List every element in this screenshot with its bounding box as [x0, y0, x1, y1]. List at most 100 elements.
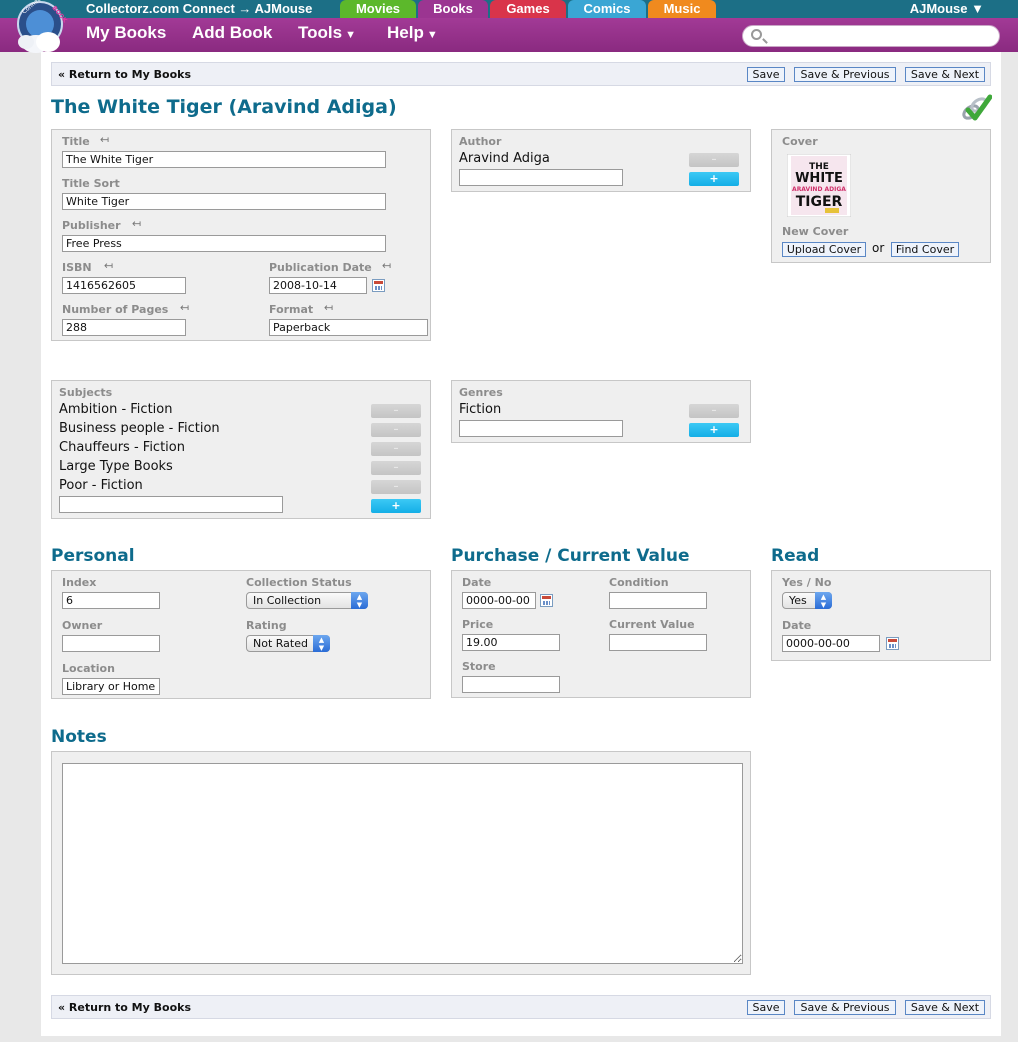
pages-label: Number of Pages [62, 303, 169, 316]
return-link[interactable]: « Return to My Books [58, 68, 191, 81]
subject-item: Poor - Fiction [59, 478, 143, 493]
remove-subject-button[interactable]: – [371, 461, 421, 475]
cover-thumbnail[interactable]: THE WHITE ARAVIND ADIGA TIGER [787, 154, 851, 217]
undo-icon[interactable]: ↤ [324, 301, 333, 314]
publication-date-label: Publication Date [269, 261, 372, 274]
remove-subject-button[interactable]: – [371, 480, 421, 494]
title-field[interactable]: The White Tiger [62, 151, 386, 168]
save-previous-button[interactable]: Save & Previous [794, 67, 896, 82]
add-subject-button[interactable]: + [371, 499, 421, 513]
current-value-label: Current Value [609, 618, 695, 631]
undo-icon[interactable]: ↤ [132, 217, 141, 230]
collectorz-book-logo[interactable]: Connect BOOK [14, 0, 70, 58]
tab-music[interactable]: Music [648, 0, 716, 19]
purchase-date-field[interactable]: 0000-00-00 [462, 592, 536, 609]
condition-field[interactable] [609, 592, 707, 609]
title-label: Title [62, 135, 90, 148]
undo-icon[interactable]: ↤ [104, 259, 113, 272]
current-value-field[interactable] [609, 634, 707, 651]
cover-art-text: TIGER [796, 194, 843, 210]
store-field[interactable] [462, 676, 560, 693]
add-author-button[interactable]: + [689, 172, 739, 186]
author-add-field[interactable] [459, 169, 623, 186]
nav-tools[interactable]: Tools ▼ [298, 23, 356, 43]
author-item: Aravind Adiga [459, 151, 550, 166]
title-sort-field[interactable]: White Tiger [62, 193, 386, 210]
action-bar-top: « Return to My Books Save Save & Previou… [51, 62, 991, 86]
select-arrows-icon: ▲ ▼ [351, 592, 368, 609]
remove-author-button[interactable]: – [689, 153, 739, 167]
remove-subject-button[interactable]: – [371, 442, 421, 456]
return-link[interactable]: « Return to My Books [58, 1001, 191, 1014]
publication-date-field[interactable]: 2008-10-14 [269, 277, 367, 294]
cover-art-text: ARAVIND ADIGA [792, 186, 846, 193]
notes-textarea[interactable] [62, 763, 743, 964]
save-next-button[interactable]: Save & Next [905, 1000, 985, 1015]
personal-panel: Index 6 Collection Status In Collection ▲… [51, 570, 431, 699]
search-box[interactable] [742, 25, 1000, 47]
nav-tools-label: Tools [298, 23, 343, 42]
tab-movies[interactable]: Movies [340, 0, 416, 19]
save-next-button[interactable]: Save & Next [905, 67, 985, 82]
location-field[interactable]: Library or Home [62, 678, 160, 695]
subject-item: Ambition - Fiction [59, 402, 173, 417]
index-field[interactable]: 6 [62, 592, 160, 609]
author-label: Author [459, 135, 502, 148]
nav-my-books[interactable]: My Books [86, 23, 166, 43]
rating-value: Not Rated [253, 637, 308, 650]
read-date-field[interactable]: 0000-00-00 [782, 635, 880, 652]
subjects-panel: Subjects Ambition - Fiction – Business p… [51, 380, 431, 519]
linked-check-icon [962, 94, 992, 121]
undo-icon[interactable]: ↤ [180, 301, 189, 314]
publisher-field[interactable]: Free Press [62, 235, 386, 252]
search-input[interactable] [767, 28, 993, 44]
cover-panel: Cover THE WHITE ARAVIND ADIGA TIGER New … [771, 129, 991, 263]
purchase-panel: Date 0000-00-00 Condition Price 19.00 Cu… [451, 570, 751, 698]
price-field[interactable]: 19.00 [462, 634, 560, 651]
collection-status-select[interactable]: In Collection ▲ ▼ [246, 592, 368, 609]
tab-games[interactable]: Games [490, 0, 566, 19]
location-label: Location [62, 662, 115, 675]
save-button[interactable]: Save [747, 67, 785, 82]
read-date-label: Date [782, 619, 812, 632]
add-genre-button[interactable]: + [689, 423, 739, 437]
find-cover-button[interactable]: Find Cover [891, 242, 959, 257]
remove-genre-button[interactable]: – [689, 404, 739, 418]
chevron-down-icon: ▼ [345, 29, 356, 41]
calendar-icon[interactable] [540, 594, 553, 607]
isbn-field[interactable]: 1416562605 [62, 277, 186, 294]
select-arrows-icon: ▲ ▼ [313, 635, 330, 652]
rating-select[interactable]: Not Rated ▲ ▼ [246, 635, 330, 652]
calendar-icon[interactable] [886, 637, 899, 650]
save-previous-button[interactable]: Save & Previous [794, 1000, 896, 1015]
read-yes-no-select[interactable]: Yes ▲ ▼ [782, 592, 832, 609]
format-field[interactable]: Paperback [269, 319, 428, 336]
undo-icon[interactable]: ↤ [100, 133, 109, 146]
subject-add-field[interactable] [59, 496, 283, 513]
title-sort-label: Title Sort [62, 177, 120, 190]
brand-link[interactable]: Collectorz.com Connect → AJMouse [86, 1, 312, 16]
format-label: Format [269, 303, 314, 316]
pages-field[interactable]: 288 [62, 319, 186, 336]
genre-add-field[interactable] [459, 420, 623, 437]
undo-icon[interactable]: ↤ [382, 259, 391, 272]
remove-subject-button[interactable]: – [371, 404, 421, 418]
page-title: The White Tiger (Aravind Adiga) [51, 96, 397, 118]
upload-cover-button[interactable]: Upload Cover [782, 242, 866, 257]
user-menu[interactable]: AJMouse ▼ [910, 1, 984, 16]
tab-books[interactable]: Books [418, 0, 488, 19]
cover-label: Cover [782, 135, 818, 148]
collection-status-value: In Collection [253, 594, 322, 607]
owner-field[interactable] [62, 635, 160, 652]
price-label: Price [462, 618, 494, 631]
purchase-heading: Purchase / Current Value [451, 546, 690, 566]
yes-no-label: Yes / No [782, 576, 832, 589]
tab-comics[interactable]: Comics [568, 0, 646, 19]
calendar-icon[interactable] [372, 279, 385, 292]
condition-label: Condition [609, 576, 669, 589]
subjects-label: Subjects [59, 386, 113, 399]
nav-help[interactable]: Help ▼ [387, 23, 438, 43]
nav-add-book[interactable]: Add Book [192, 23, 272, 43]
save-button[interactable]: Save [747, 1000, 785, 1015]
remove-subject-button[interactable]: – [371, 423, 421, 437]
